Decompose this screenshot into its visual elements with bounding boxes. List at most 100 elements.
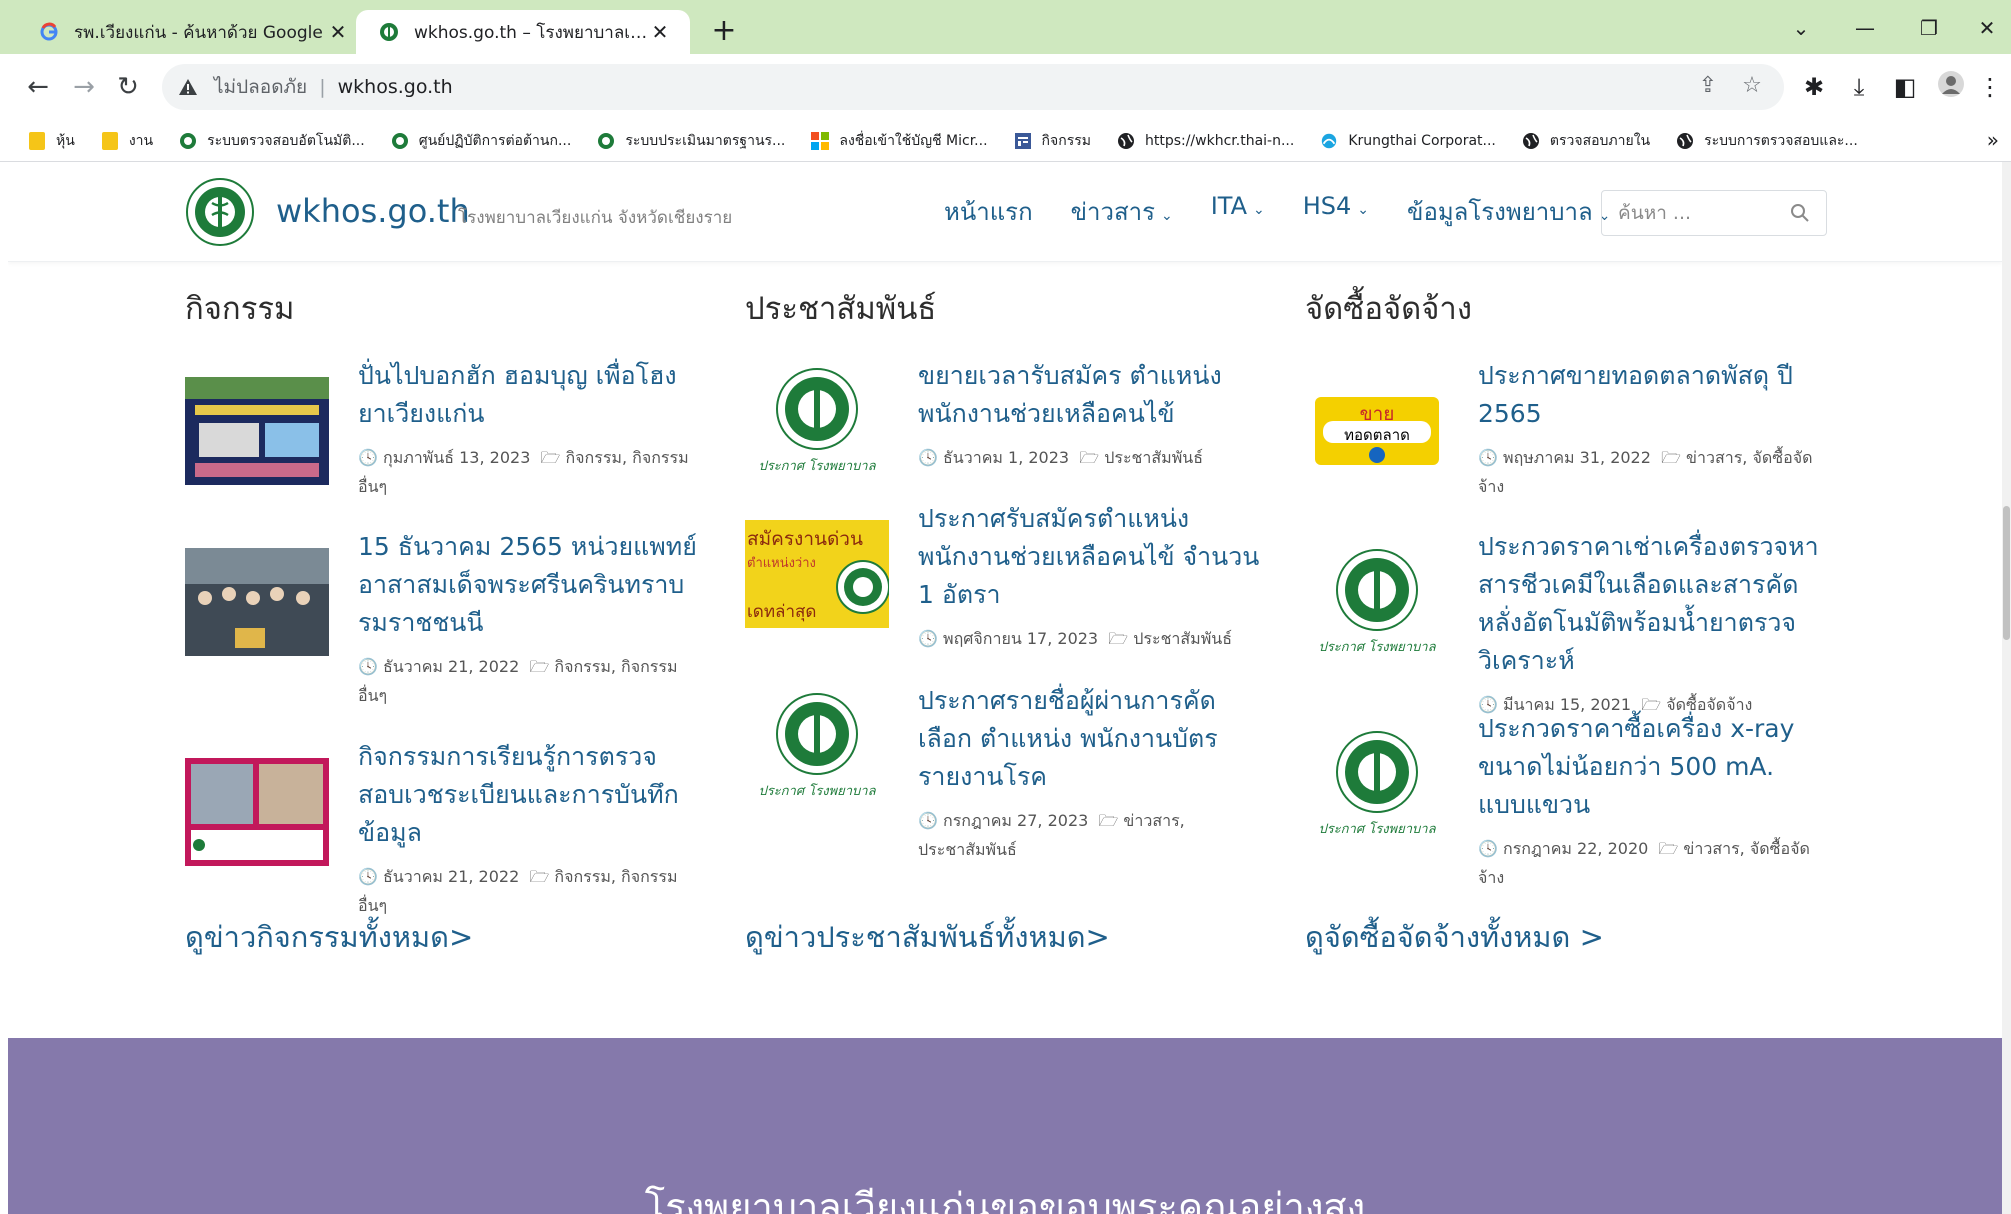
- back-icon[interactable]: ←: [20, 69, 56, 105]
- scrollbar-thumb[interactable]: [2003, 506, 2010, 640]
- globe-icon: [1522, 132, 1540, 150]
- bookmark-item[interactable]: หุ้น: [28, 130, 75, 152]
- chevron-down-icon: ⌄: [1357, 202, 1370, 218]
- post-thumbnail[interactable]: [185, 377, 329, 485]
- chevron-down-icon: ⌄: [1253, 202, 1265, 218]
- profile-avatar[interactable]: [1934, 70, 1968, 104]
- nav-hospital-info[interactable]: ข้อมูลโรงพยาบาล ⌄: [1407, 192, 1610, 231]
- recruit-mid-text: ตำแหน่งว่าง: [747, 556, 816, 571]
- post-title-link[interactable]: กิจกรรมการเรียนรู้การตรวจสอบเวชระเบียนแล…: [358, 738, 703, 852]
- nav-ita[interactable]: ITA ⌄: [1211, 192, 1265, 231]
- folder-icon: 🗁: [1658, 839, 1679, 858]
- post-title-link[interactable]: ขยายเวลารับสมัคร ตำแหน่ง พนักงานช่วยเหลื…: [918, 357, 1263, 433]
- folder-icon: 🗁: [1108, 629, 1129, 648]
- star-icon[interactable]: ☆: [1740, 74, 1764, 98]
- bookmark-item[interactable]: ระบบตรวจสอบอัตโนมัติ...: [179, 130, 365, 152]
- site-title[interactable]: wkhos.go.th: [276, 192, 470, 230]
- post-thumbnail[interactable]: [185, 548, 329, 656]
- bookmark-item[interactable]: Krungthai Corporat...: [1320, 132, 1496, 150]
- tab-search-icon[interactable]: ⌄: [1778, 10, 1824, 46]
- tab-google-search[interactable]: รพ.เวียงแก่น - ค้นหาด้วย Google ✕: [16, 10, 368, 54]
- post-title-link[interactable]: ปั่นไปบอกฮัก ฮอมบุญ เพื่อโฮงยาเวียงแก่น: [358, 357, 703, 433]
- announce-caption: ประกาศ โรงพยาบาล: [1318, 822, 1436, 837]
- post-thumbnail[interactable]: ประกาศ โรงพยาบาล: [745, 692, 889, 800]
- post-title-link[interactable]: 15 ธันวาคม 2565 หน่วยแพทย์อาสาสมเด็จพระศ…: [358, 528, 703, 642]
- page-viewport: wkhos.go.th โรงพยาบาลเวียงแก่น จังหวัดเช…: [8, 162, 2002, 1214]
- post-meta: 🕓 ธันวาคม 21, 2022 🗁 กิจกรรม, กิจกรรมอื่…: [358, 652, 703, 710]
- more-bookmarks-button[interactable]: »: [1987, 128, 1999, 152]
- bookmark-item[interactable]: ตรวจสอบภายใน: [1522, 130, 1650, 152]
- nav-hs4[interactable]: HS4 ⌄: [1303, 192, 1369, 231]
- bookmark-label: ระบบประเมินมาตรฐานร...: [625, 132, 786, 149]
- minimize-icon[interactable]: —: [1842, 10, 1888, 46]
- extensions-icon[interactable]: ✱: [1797, 70, 1831, 104]
- tab-title: รพ.เวียงแก่น - ค้นหาด้วย Google: [74, 22, 323, 43]
- close-tab-icon[interactable]: ✕: [326, 20, 350, 44]
- restore-icon[interactable]: ❐: [1906, 10, 1952, 46]
- close-tab-icon[interactable]: ✕: [648, 20, 672, 44]
- bookmark-item[interactable]: ระบบการตรวจสอบและ...: [1676, 130, 1858, 152]
- post-title-link[interactable]: ประกวดราคาเช่าเครื่องตรวจหาสารชีวเคมีในเ…: [1478, 528, 1823, 680]
- new-tab-button[interactable]: +: [706, 14, 742, 50]
- view-all-procurement-link[interactable]: ดูจัดซื้อจัดจ้างทั้งหมด >: [1305, 914, 1604, 960]
- post-thumbnail[interactable]: สมัครงานด่วน ตำแหน่งว่าง เดทล่าสุด: [745, 520, 889, 628]
- menu-icon[interactable]: ⋮: [1978, 70, 2002, 104]
- forward-icon[interactable]: →: [66, 69, 102, 105]
- browser-toolbar: ← → ↻ ไม่ปลอดภัย | wkhos.go.th ⇪ ☆ ✱ ⤓ ◧…: [0, 54, 2011, 120]
- post-title-link[interactable]: ประกาศรับสมัครตำแหน่ง พนักงานช่วยเหลือคน…: [918, 500, 1263, 614]
- post-meta: 🕓 พฤศจิกายน 17, 2023 🗁 ประชาสัมพันธ์: [918, 624, 1263, 653]
- post-date[interactable]: ธันวาคม 21, 2022: [383, 657, 519, 676]
- activities-column: กิจกรรม ปั่นไปบอกฮัก ฮอมบุญ เพื่อโฮงยาเว…: [185, 282, 705, 915]
- tab-wkhos[interactable]: wkhos.go.th – โรงพยาบาลเวียงแก่น ✕: [356, 10, 690, 54]
- post-thumbnail[interactable]: ประกาศ โรงพยาบาล: [1305, 548, 1449, 656]
- bookmark-item[interactable]: https://wkhcr.thai-n...: [1117, 132, 1294, 150]
- nav-home[interactable]: หน้าแรก: [944, 192, 1033, 231]
- bookmark-item[interactable]: ศูนย์ปฏิบัติการต่อต้านก...: [391, 130, 571, 152]
- post-date[interactable]: กรกฎาคม 27, 2023: [943, 811, 1088, 830]
- hospital-logo[interactable]: [185, 177, 255, 247]
- side-panel-icon[interactable]: ◧: [1888, 70, 1922, 104]
- reload-icon[interactable]: ↻: [110, 69, 146, 105]
- close-window-icon[interactable]: ✕: [1964, 10, 2010, 46]
- view-all-activities-link[interactable]: ดูข่าวกิจกรรมทั้งหมด>: [185, 914, 473, 960]
- post-date[interactable]: พฤศจิกายน 17, 2023: [943, 629, 1098, 648]
- post-date[interactable]: กุมภาพันธ์ 13, 2023: [383, 448, 530, 467]
- bookmark-item[interactable]: ลงชื่อเข้าใช้บัญชี Micr...: [811, 130, 988, 152]
- clock-icon: 🕓: [918, 811, 938, 830]
- post-title-link[interactable]: ประกวดราคาซื้อเครื่อง x-ray ขนาดไม่น้อยก…: [1478, 710, 1823, 824]
- section-heading: ประชาสัมพันธ์: [745, 291, 937, 327]
- hospital-logo-icon: [391, 132, 409, 150]
- page-scrollbar[interactable]: [2002, 162, 2011, 1214]
- search-icon[interactable]: [1790, 203, 1810, 223]
- post-thumbnail[interactable]: ประกาศ โรงพยาบาล: [1305, 730, 1449, 838]
- post-date[interactable]: กรกฎาคม 22, 2020: [1503, 839, 1648, 858]
- post-thumbnail[interactable]: [185, 758, 329, 866]
- post-date[interactable]: ธันวาคม 21, 2022: [383, 867, 519, 886]
- recruit-bottom-text: เดทล่าสุด: [747, 602, 817, 622]
- bookmark-item[interactable]: กิจกรรม: [1014, 130, 1091, 152]
- post-meta: 🕓 กุมภาพันธ์ 13, 2023 🗁 กิจกรรม, กิจกรรม…: [358, 443, 703, 501]
- announce-caption: ประกาศ โรงพยาบาล: [1318, 640, 1436, 655]
- post-title-link[interactable]: ประกาศขายทอดตลาดพัสดุ ปี 2565: [1478, 357, 1823, 433]
- post-date[interactable]: พฤษภาคม 31, 2022: [1503, 448, 1651, 467]
- post-categories[interactable]: ประชาสัมพันธ์: [1133, 629, 1232, 648]
- address-bar[interactable]: ไม่ปลอดภัย | wkhos.go.th ⇪ ☆: [162, 64, 1784, 110]
- recruit-top-text: สมัครงานด่วน: [747, 528, 863, 550]
- nav-news[interactable]: ข่าวสาร ⌄: [1071, 192, 1173, 231]
- share-icon[interactable]: ⇪: [1696, 74, 1720, 98]
- folder-icon: [101, 131, 119, 150]
- post-meta: 🕓 ธันวาคม 1, 2023 🗁 ประชาสัมพันธ์: [918, 443, 1263, 472]
- bookmark-item[interactable]: ระบบประเมินมาตรฐานร...: [597, 130, 785, 152]
- post-categories[interactable]: ประชาสัมพันธ์: [1104, 448, 1203, 467]
- post-title-link[interactable]: ประกาศรายชื่อผู้ผ่านการคัดเลือก ตำแหน่ง …: [918, 682, 1263, 796]
- krungthai-icon: [1320, 132, 1338, 150]
- download-icon[interactable]: ⤓: [1842, 70, 1876, 104]
- post-date[interactable]: ธันวาคม 1, 2023: [943, 448, 1069, 467]
- folder-icon: [28, 131, 46, 150]
- post-thumbnail[interactable]: ขาย ทอดตลาด: [1305, 377, 1449, 485]
- search-input[interactable]: ค้นหา ...: [1601, 190, 1827, 236]
- post-thumbnail[interactable]: ประกาศ โรงพยาบาล: [745, 367, 889, 475]
- bookmark-item[interactable]: งาน: [101, 130, 153, 152]
- view-all-pr-link[interactable]: ดูข่าวประชาสัมพันธ์ทั้งหมด>: [745, 914, 1110, 960]
- hospital-logo-icon: [597, 132, 615, 150]
